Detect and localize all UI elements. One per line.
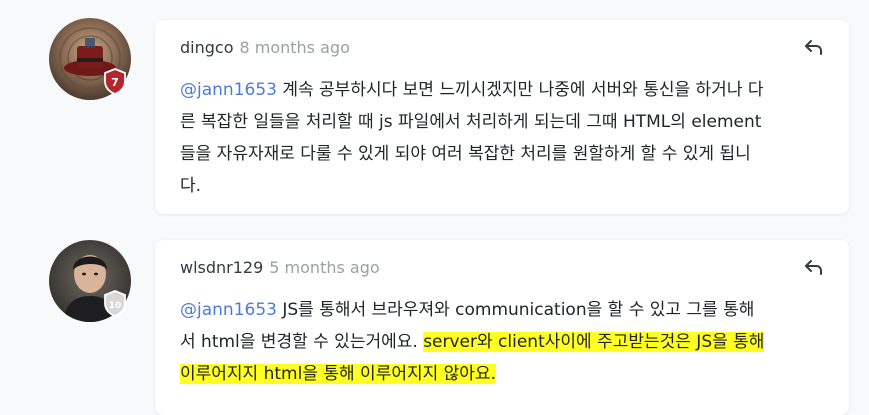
comment-card: dingco 8 months ago @jann1653 계속 공부하시다 보면… (155, 20, 849, 214)
reply-arrow-icon[interactable] (803, 256, 825, 278)
reply-arrow-icon[interactable] (803, 36, 825, 58)
comment-time: 5 months ago (269, 258, 380, 277)
comment-author[interactable]: wlsdnr129 (180, 258, 263, 277)
level-badge-icon: 7 (104, 68, 126, 95)
comment-meta: dingco 8 months ago (180, 38, 350, 57)
mention-link[interactable]: @jann1653 (180, 300, 277, 320)
avatar-wrap: 7 (49, 18, 131, 100)
comment-body: @jann1653 JS를 통해서 브라우져와 communication을 할… (180, 294, 765, 390)
avatar-wrap: 10 (49, 240, 131, 322)
comment-body: @jann1653 계속 공부하시다 보면 느끼시겠지만 나중에 서버와 통신을… (180, 74, 765, 202)
level-badge-icon: 10 (104, 290, 126, 317)
mention-link[interactable]: @jann1653 (180, 80, 277, 100)
comment-meta: wlsdnr129 5 months ago (180, 258, 380, 277)
level-badge-number: 10 (109, 301, 122, 311)
comment-author[interactable]: dingco (180, 38, 233, 57)
comment-card: wlsdnr129 5 months ago @jann1653 JS를 통해서 … (155, 240, 849, 415)
comment-time: 8 months ago (239, 38, 350, 57)
level-badge-number: 7 (111, 76, 119, 89)
